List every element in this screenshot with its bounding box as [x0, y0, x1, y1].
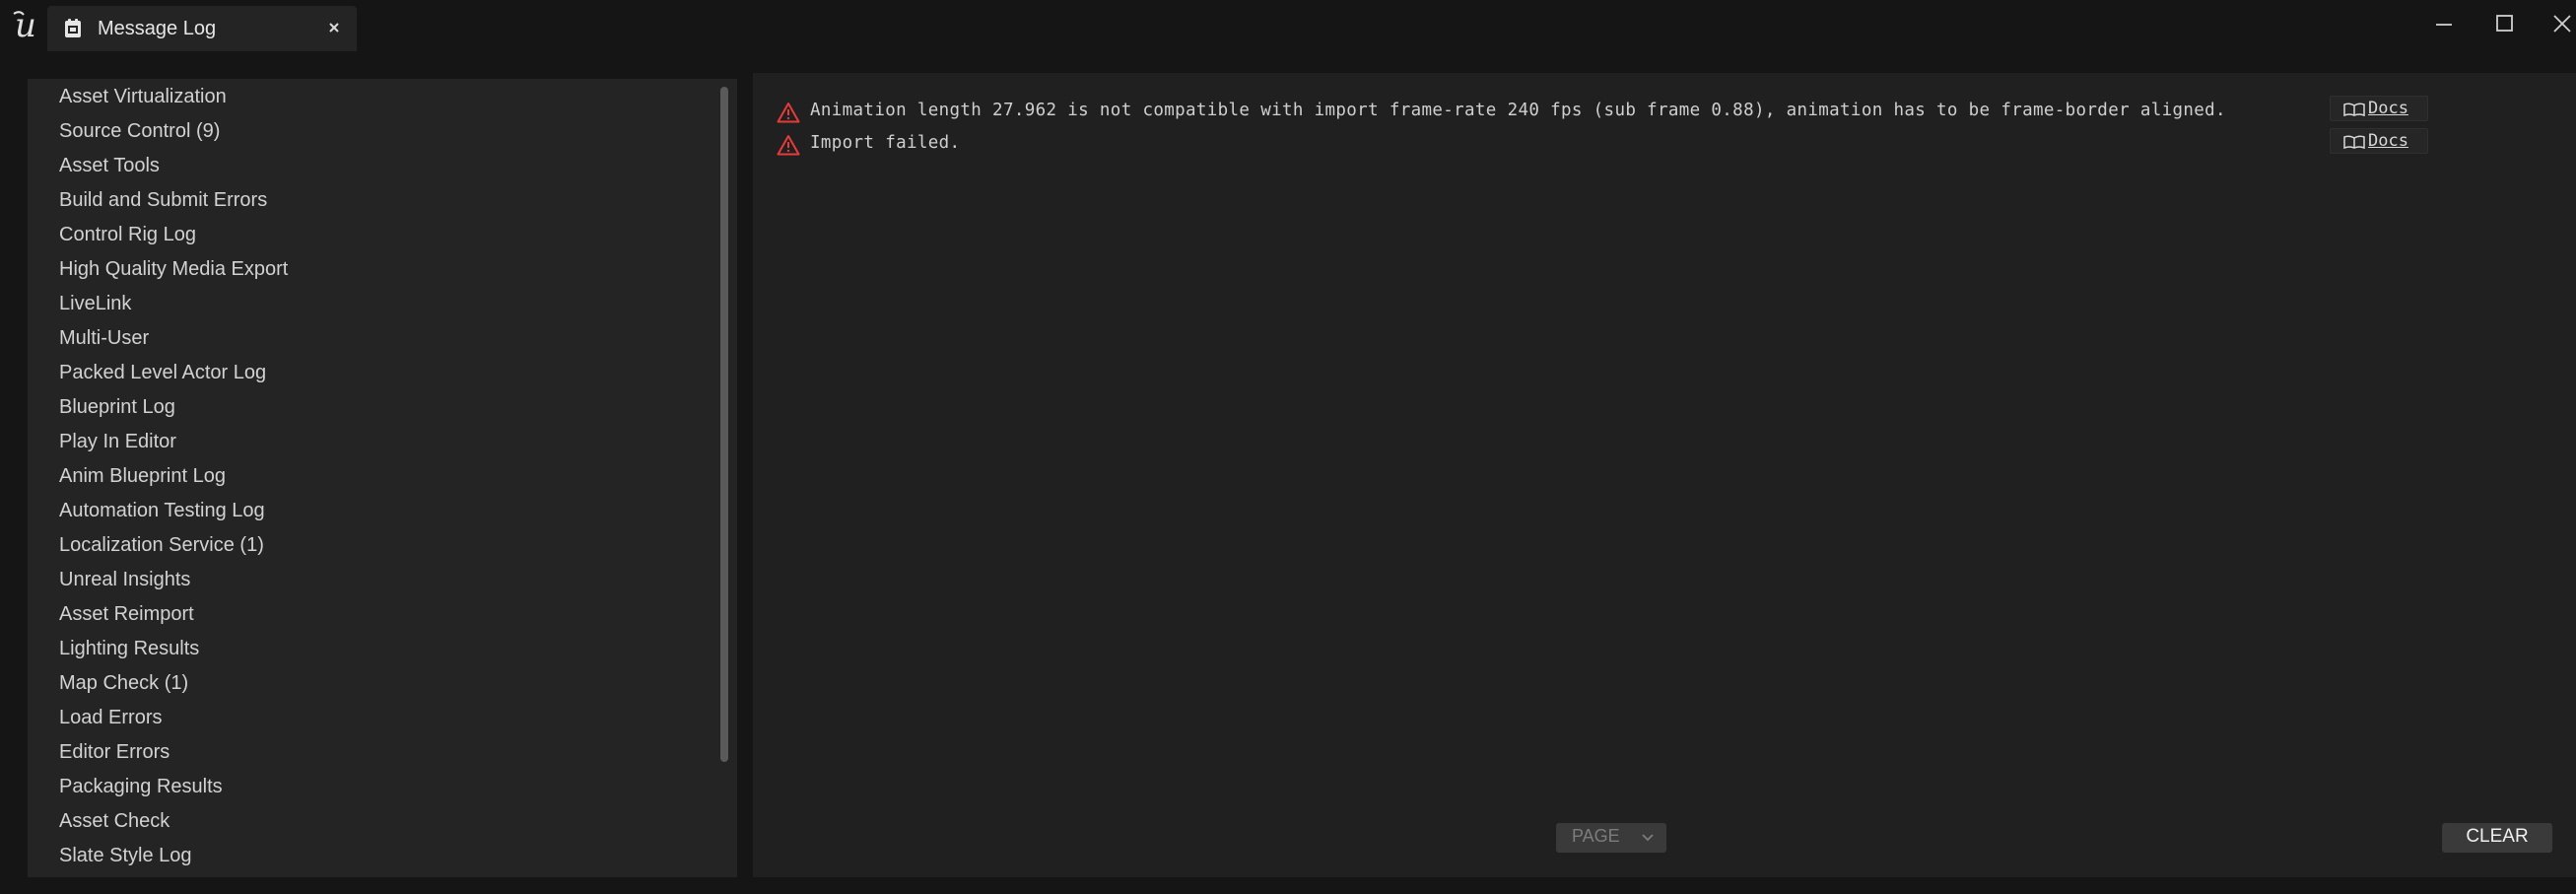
clear-button[interactable]: CLEAR: [2442, 823, 2552, 853]
docs-button[interactable]: Docs: [2330, 128, 2428, 154]
log-category-item[interactable]: Multi-User: [59, 321, 149, 355]
tab-message-log[interactable]: Message Log: [47, 6, 357, 51]
book-icon: [2343, 103, 2365, 116]
log-category-item[interactable]: Asset Tools: [59, 149, 160, 182]
log-category-item[interactable]: Packaging Results: [59, 770, 223, 803]
log-category-item[interactable]: Anim Blueprint Log: [59, 459, 226, 493]
minimize-icon[interactable]: [2414, 0, 2474, 47]
category-scrollbar[interactable]: [717, 87, 731, 856]
log-category-item[interactable]: Asset Check: [59, 804, 169, 838]
docs-button[interactable]: Docs: [2330, 96, 2428, 121]
log-category-item[interactable]: Automation Testing Log: [59, 494, 265, 527]
log-category-item[interactable]: Lighting Results: [59, 632, 199, 665]
log-category-item[interactable]: High Quality Media Export: [59, 252, 288, 286]
log-category-item[interactable]: Asset Reimport: [59, 597, 194, 631]
log-category-item[interactable]: Build and Submit Errors: [59, 183, 267, 217]
clear-label: CLEAR: [2466, 826, 2529, 847]
log-category-item[interactable]: LiveLink: [59, 287, 131, 320]
message-text: Import failed.: [810, 133, 961, 153]
log-category-item[interactable]: Unreal Insights: [59, 563, 190, 596]
page-label: PAGE: [1572, 826, 1620, 846]
unreal-engine-logo-icon[interactable]: u: [6, 6, 45, 45]
message-log-icon: [65, 19, 81, 37]
page-dropdown-button[interactable]: PAGE: [1556, 823, 1666, 853]
message-row: Animation length 27.962 is not compatibl…: [777, 98, 2393, 127]
log-category-item[interactable]: Play In Editor: [59, 425, 176, 458]
warning-icon: [777, 135, 800, 156]
book-icon: [2343, 135, 2365, 149]
log-category-item[interactable]: Load Errors: [59, 701, 163, 734]
log-category-item[interactable]: Asset Virtualization: [59, 80, 227, 113]
close-window-icon[interactable]: [2535, 0, 2576, 47]
docs-label: Docs: [2368, 131, 2408, 151]
log-category-item[interactable]: Localization Service (1): [59, 528, 264, 562]
log-category-item[interactable]: Source Control (9): [59, 114, 220, 148]
message-panel: Animation length 27.962 is not compatibl…: [753, 73, 2576, 877]
log-category-list-panel: Asset Virtualization Source Control (9) As…: [28, 79, 737, 877]
log-category-item[interactable]: Map Check (1): [59, 666, 188, 700]
log-category-item[interactable]: Slate Style Log: [59, 839, 192, 872]
docs-label: Docs: [2368, 99, 2408, 118]
tab-title: Message Log: [98, 18, 217, 39]
warning-icon: [777, 103, 800, 123]
message-text: Animation length 27.962 is not compatibl…: [810, 101, 2226, 120]
scrollbar-thumb[interactable]: [720, 87, 728, 762]
log-category-item[interactable]: Editor Errors: [59, 735, 169, 769]
message-row: Import failed.: [777, 130, 2393, 160]
maximize-icon[interactable]: [2475, 0, 2535, 47]
log-category-item[interactable]: Packed Level Actor Log: [59, 356, 266, 389]
close-tab-icon[interactable]: [323, 17, 345, 38]
chevron-down-icon: [1642, 834, 1654, 842]
title-bar: u Message Log: [0, 0, 2576, 51]
log-category-item[interactable]: Blueprint Log: [59, 390, 175, 424]
log-category-item[interactable]: Control Rig Log: [59, 218, 196, 251]
